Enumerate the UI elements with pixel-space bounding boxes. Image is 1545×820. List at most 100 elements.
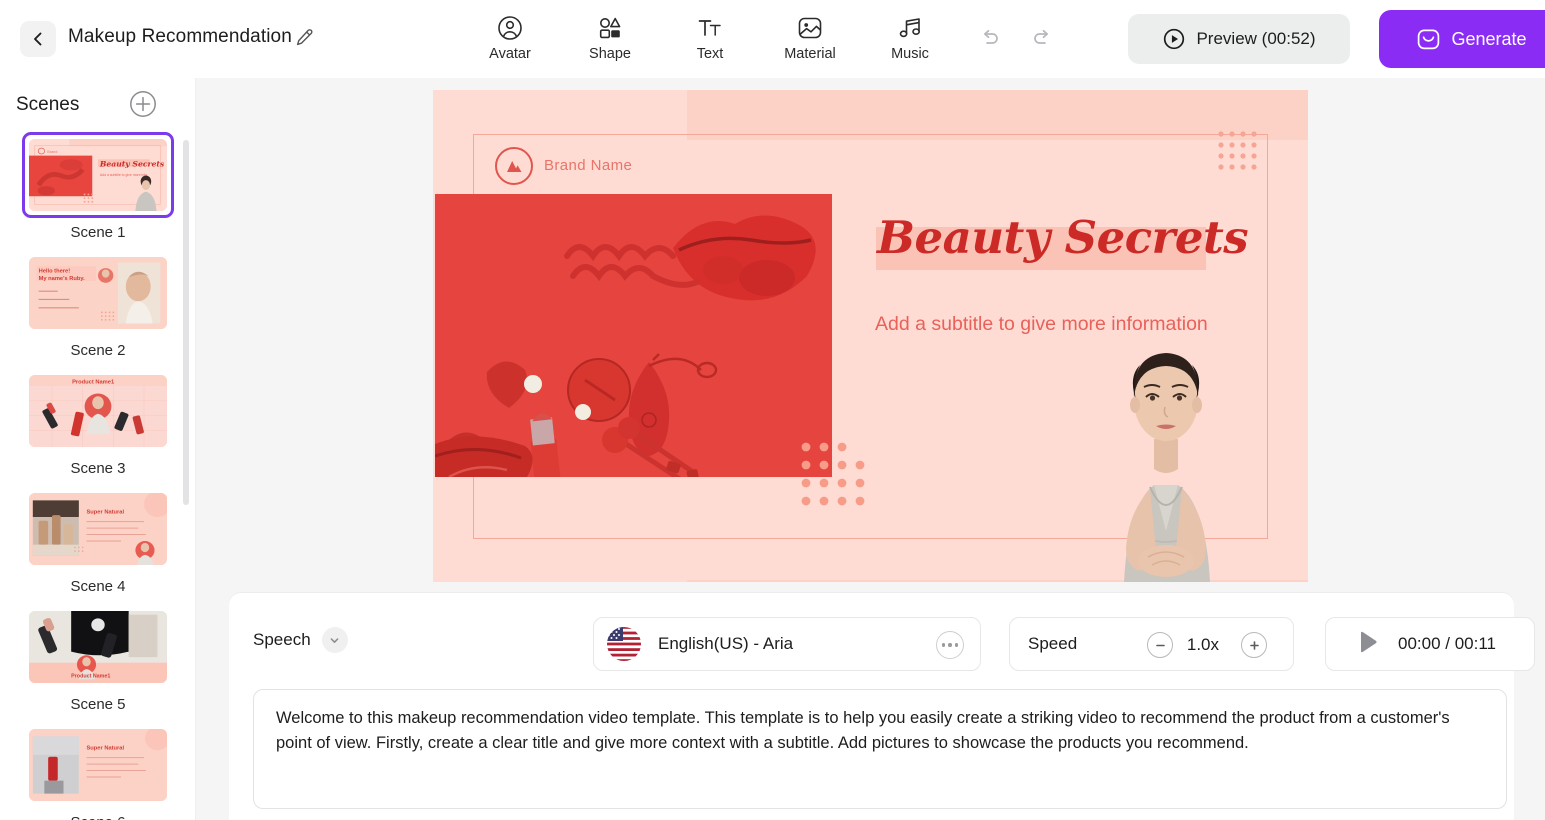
- speech-selector[interactable]: Speech: [253, 627, 348, 653]
- chevron-left-icon: [34, 32, 42, 46]
- minus-icon: [1155, 644, 1165, 646]
- list-item[interactable]: Super Natural Scene 6: [0, 722, 195, 820]
- presenter-avatar[interactable]: [1066, 335, 1266, 582]
- svg-text:Product Name1: Product Name1: [72, 379, 114, 385]
- list-item[interactable]: Super Natural Scene 4: [0, 486, 195, 595]
- list-item[interactable]: Product Name1 Scene 3: [0, 368, 195, 477]
- generate-smile-icon: [1418, 29, 1440, 49]
- speed-decrease-button[interactable]: [1147, 632, 1173, 658]
- mountain-logo-icon: [507, 160, 522, 172]
- tool-shape[interactable]: Shape: [560, 8, 660, 62]
- shape-icon: [599, 17, 621, 39]
- page-title: Makeup Recommendation: [68, 26, 292, 47]
- svg-text:Hello there!: Hello there!: [39, 269, 71, 275]
- tool-label: Shape: [589, 46, 631, 62]
- sidebar-scrollbar-thumb[interactable]: [183, 140, 189, 505]
- script-text[interactable]: Welcome to this makeup recommendation vi…: [276, 706, 1484, 756]
- redo-arrow-icon[interactable]: [1030, 26, 1054, 50]
- back-button[interactable]: [20, 21, 56, 57]
- tool-label: Text: [696, 46, 724, 62]
- scene-label: Scene 6: [70, 814, 125, 820]
- brand-name-text[interactable]: Brand Name: [544, 157, 632, 174]
- svg-text:Super Natural: Super Natural: [87, 509, 125, 515]
- makeup-flatlay-image: [435, 193, 832, 477]
- tool-label: Avatar: [489, 46, 531, 62]
- pencil-icon[interactable]: [293, 27, 315, 49]
- chevron-down-icon[interactable]: [321, 627, 348, 653]
- play-triangle-icon[interactable]: [1358, 631, 1378, 658]
- scene-thumbnail-1[interactable]: Brand Beauty Secrets Add a subtitle to g…: [22, 132, 174, 218]
- preview-label: Preview (00:52): [1196, 29, 1316, 48]
- list-item[interactable]: Brand Beauty Secrets Add a subtitle to g…: [0, 132, 195, 241]
- scene3-art: Product Name1: [29, 375, 167, 447]
- scene-thumbnail-4[interactable]: Super Natural: [22, 486, 174, 572]
- product-photo[interactable]: [435, 193, 832, 477]
- voice-name: English(US) - Aria: [658, 634, 794, 653]
- editor-main: Brand Name Beauty Secrets Add a subtitle…: [196, 78, 1545, 820]
- scene-thumbnail-6[interactable]: Super Natural: [22, 722, 174, 808]
- scene4-art: Super Natural: [29, 493, 167, 565]
- scene-label: Scene 4: [70, 578, 126, 595]
- plus-circle-icon[interactable]: [129, 90, 157, 118]
- tool-material[interactable]: Material: [760, 8, 860, 62]
- plus-icon: [1249, 640, 1259, 650]
- scene-canvas[interactable]: Brand Name Beauty Secrets Add a subtitle…: [433, 89, 1308, 582]
- scene-thumbnail-3[interactable]: Product Name1: [22, 368, 174, 454]
- scene2-art: Hello there! My name's Ruby.: [29, 257, 167, 329]
- scene5-art: Product Name1: [29, 611, 167, 683]
- tool-avatar[interactable]: Avatar: [460, 8, 560, 62]
- speed-value: 1.0x: [1186, 635, 1219, 654]
- dot-grid-decoration-2: [801, 442, 865, 505]
- scene-label: Scene 5: [70, 696, 126, 713]
- scene-preview: Product Name1: [29, 375, 167, 447]
- music-note-icon: [899, 18, 920, 38]
- generate-button[interactable]: Generate: [1379, 10, 1545, 68]
- scene-thumbnail-5[interactable]: Product Name1: [22, 604, 174, 690]
- script-input[interactable]: Welcome to this makeup recommendation vi…: [253, 689, 1507, 809]
- avatar-icon: [498, 16, 522, 40]
- tool-group: Avatar Shape Text Material Music: [460, 8, 960, 62]
- speech-controls-row: Speech English(US) - Aria Speed 1.0x 00:…: [253, 617, 1535, 671]
- scene-preview: Super Natural: [29, 729, 167, 801]
- svg-text:Add a subtitle to give more in: Add a subtitle to give more info: [100, 173, 147, 177]
- dot-grid-decoration: [1218, 130, 1257, 170]
- scene-title[interactable]: Beauty Secrets: [877, 211, 1249, 264]
- svg-text:Beauty Secrets: Beauty Secrets: [99, 160, 165, 169]
- us-flag-icon: [606, 626, 642, 662]
- undo-arrow-icon[interactable]: [978, 26, 1002, 50]
- time-display: 00:00 / 00:11: [1398, 634, 1496, 653]
- speed-control: Speed 1.0x: [1009, 617, 1294, 671]
- play-circle-icon: [1164, 28, 1185, 50]
- preview-button[interactable]: Preview (00:52): [1128, 14, 1350, 64]
- canvas-area: Brand Name Beauty Secrets Add a subtitle…: [196, 78, 1545, 593]
- playback-control[interactable]: 00:00 / 00:11: [1325, 617, 1535, 671]
- speech-label: Speech: [253, 630, 311, 649]
- tool-label: Music: [891, 46, 929, 62]
- svg-text:Product Name1: Product Name1: [71, 674, 110, 680]
- brand-logo[interactable]: [495, 146, 533, 185]
- svg-text:Brand: Brand: [47, 150, 57, 154]
- voice-selector[interactable]: English(US) - Aria: [593, 617, 981, 671]
- list-item[interactable]: Hello there! My name's Ruby. Scene 2: [0, 250, 195, 359]
- svg-text:My name's Ruby.: My name's Ruby.: [39, 276, 86, 282]
- scene-thumbnail-2[interactable]: Hello there! My name's Ruby.: [22, 250, 174, 336]
- tool-music[interactable]: Music: [860, 8, 960, 62]
- list-item[interactable]: Product Name1 Scene 5: [0, 604, 195, 713]
- text-icon: [698, 20, 721, 36]
- scene-preview: Hello there! My name's Ruby.: [29, 257, 167, 329]
- scene-subtitle[interactable]: Add a subtitle to give more information: [875, 313, 1208, 336]
- speed-label: Speed: [1028, 634, 1078, 653]
- speed-increase-button[interactable]: [1241, 632, 1267, 658]
- scene6-art: Super Natural: [29, 729, 167, 801]
- speech-panel: Speech English(US) - Aria Speed 1.0x 00:…: [229, 593, 1535, 820]
- more-options-icon[interactable]: [936, 631, 964, 659]
- scene-preview: Brand Beauty Secrets Add a subtitle to g…: [29, 139, 167, 211]
- scenes-header: Scenes: [0, 78, 195, 132]
- top-toolbar: Makeup Recommendation Avatar Shape Text …: [0, 0, 1545, 78]
- tool-text[interactable]: Text: [660, 8, 760, 62]
- video-editor-app: Makeup Recommendation Avatar Shape Text …: [0, 0, 1545, 820]
- tool-label: Material: [784, 46, 836, 62]
- material-image-icon: [798, 17, 822, 39]
- scene-label: Scene 2: [70, 342, 126, 359]
- scene-preview: Product Name1: [29, 611, 167, 683]
